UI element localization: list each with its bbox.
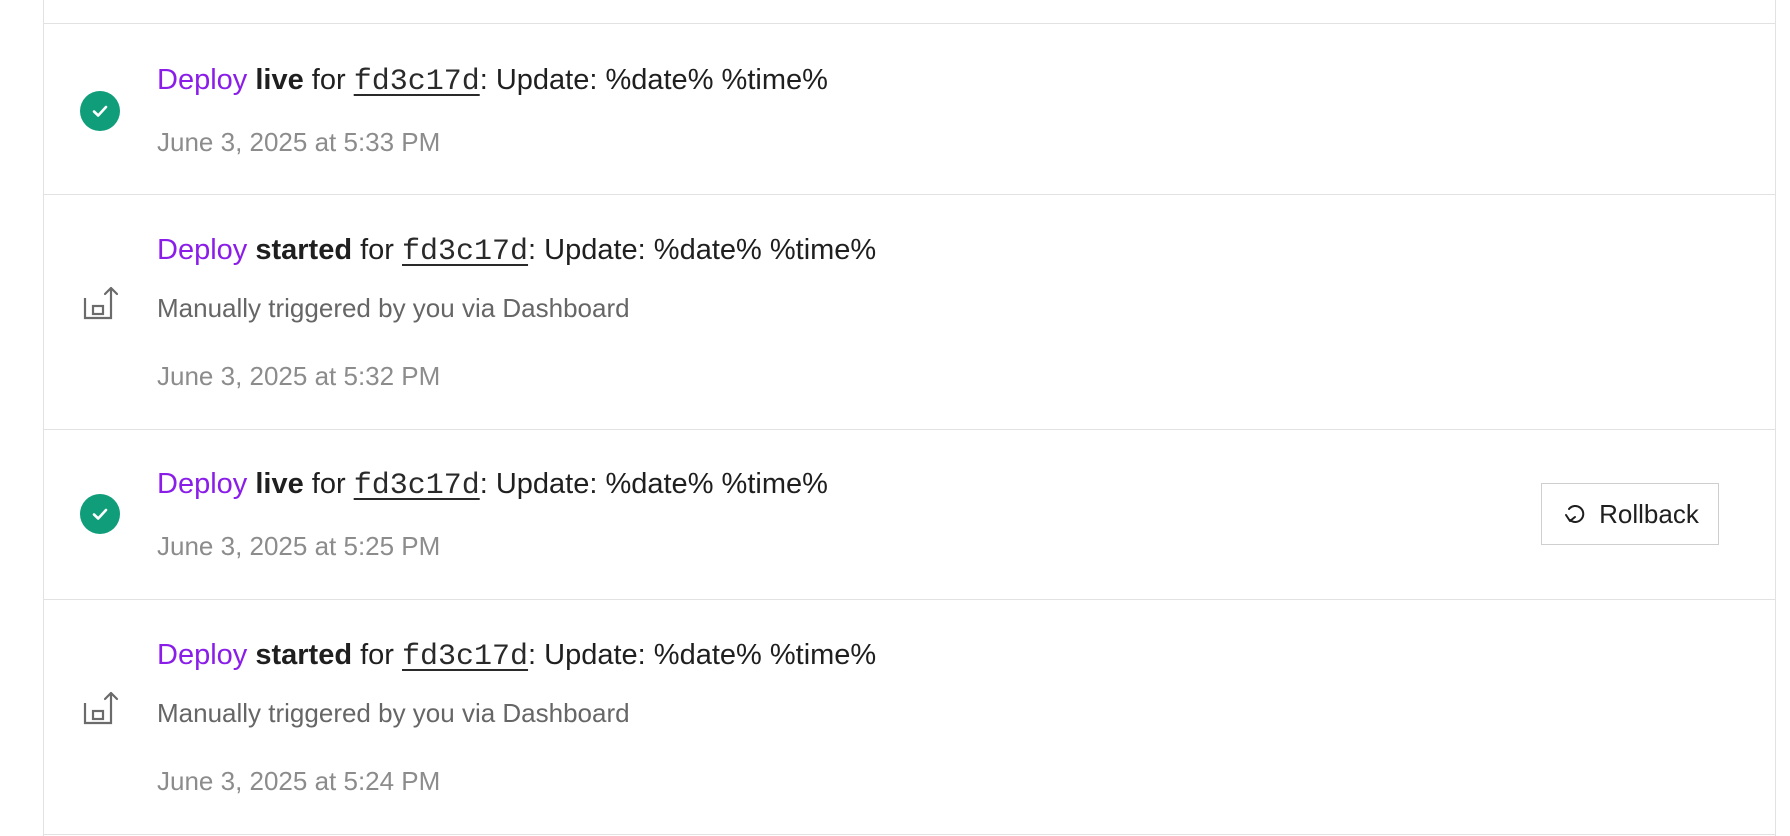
deploy-link[interactable]: Deploy <box>157 639 247 671</box>
for-text: for <box>360 234 394 266</box>
trigger-description: Manually triggered by you via Dashboard <box>157 293 630 323</box>
for-text: for <box>311 468 346 500</box>
commit-message: : Update: %date% %time% <box>479 64 828 96</box>
commit-link[interactable]: fd3c17d <box>354 65 480 99</box>
event-timestamp: June 3, 2025 at 5:33 PM <box>157 127 441 157</box>
check-circle-icon <box>80 494 120 534</box>
event-row: Deploy started for fd3c17d: Update: %dat… <box>44 195 1775 430</box>
event-row: Deploy live for fd3c17d: Update: %date% … <box>44 430 1775 600</box>
rollback-button[interactable]: Rollback <box>1541 483 1719 545</box>
trigger-description: Manually triggered by you via Dashboard <box>157 698 630 728</box>
event-timestamp: June 3, 2025 at 5:32 PM <box>157 361 441 391</box>
deploy-link[interactable]: Deploy <box>157 64 247 96</box>
for-text: for <box>311 64 346 96</box>
event-timestamp: June 3, 2025 at 5:25 PM <box>157 531 441 561</box>
deploy-events-page: Deploy live for fd3c17d: Update: %date% … <box>0 0 1790 836</box>
commit-message: : Update: %date% %time% <box>528 639 877 671</box>
event-status: started <box>255 639 353 671</box>
deploy-link[interactable]: Deploy <box>157 468 247 500</box>
event-row: Deploy live for fd3c17d: Update: %date% … <box>44 24 1775 195</box>
deploy-upload-icon <box>80 690 120 730</box>
event-headline: Deploy live for fd3c17d: Update: %date% … <box>157 63 828 99</box>
event-row: Deploy started for fd3c17d: Update: %dat… <box>44 600 1775 835</box>
event-headline: Deploy started for fd3c17d: Update: %dat… <box>157 233 876 269</box>
event-status: started <box>255 234 353 266</box>
deploy-upload-icon <box>80 285 120 325</box>
event-headline: Deploy started for fd3c17d: Update: %dat… <box>157 638 876 674</box>
event-timestamp: June 3, 2025 at 5:24 PM <box>157 766 441 796</box>
commit-link[interactable]: fd3c17d <box>402 235 528 269</box>
event-headline: Deploy live for fd3c17d: Update: %date% … <box>157 467 828 503</box>
deploy-link[interactable]: Deploy <box>157 234 247 266</box>
for-text: for <box>360 639 394 671</box>
commit-link[interactable]: fd3c17d <box>354 469 480 503</box>
event-status: live <box>255 64 304 96</box>
commit-link[interactable]: fd3c17d <box>402 640 528 674</box>
rollback-icon <box>1561 500 1589 528</box>
commit-message: : Update: %date% %time% <box>528 234 877 266</box>
rollback-label: Rollback <box>1599 498 1699 529</box>
event-status: live <box>255 468 304 500</box>
events-feed: Deploy live for fd3c17d: Update: %date% … <box>43 0 1776 836</box>
check-circle-icon <box>80 91 120 131</box>
commit-message: : Update: %date% %time% <box>479 468 828 500</box>
previous-event-edge <box>44 0 1775 24</box>
